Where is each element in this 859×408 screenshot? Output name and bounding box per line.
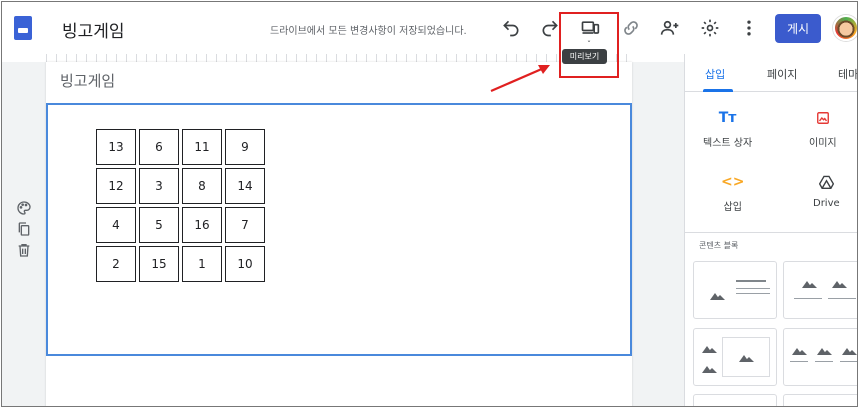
undo-button[interactable]: [499, 16, 523, 40]
bingo-cell[interactable]: 3: [139, 168, 179, 204]
app-window: 빙고게임 드라이브에서 모든 변경사항이 저장되었습니다. 게시 빙고게임 13…: [1, 1, 858, 407]
delete-icon[interactable]: [16, 242, 32, 258]
bingo-cell[interactable]: 9: [225, 129, 265, 165]
site-title[interactable]: 빙고게임: [62, 17, 125, 42]
layout-block[interactable]: [783, 394, 857, 406]
embed-code-icon: <>: [721, 174, 745, 190]
image-placeholder-icon: [792, 345, 807, 355]
redo-icon: [542, 20, 558, 37]
publish-button[interactable]: 게시: [775, 14, 821, 43]
right-panel: 삽입 페이지 테마 Tт 텍스트 상자 이미지 <> 삽입 Drive 콘텐츠 …: [684, 54, 857, 406]
layout-block[interactable]: [693, 394, 777, 406]
layout-line: [790, 361, 808, 362]
image-placeholder-icon: [817, 345, 832, 355]
link-icon: [624, 21, 638, 35]
tooltip-caret: ˇ: [587, 40, 591, 49]
bingo-cell[interactable]: 2: [96, 246, 136, 282]
layout-line: [840, 361, 857, 362]
image-placeholder-icon: [702, 343, 717, 353]
insert-link-button[interactable]: [619, 16, 643, 40]
bingo-cell[interactable]: 16: [182, 207, 222, 243]
layout-block-two-images[interactable]: [783, 261, 857, 319]
add-person-icon: [660, 20, 679, 35]
active-tab-indicator: [703, 89, 733, 92]
bingo-cell[interactable]: 10: [225, 246, 265, 282]
save-status: 드라이브에서 모든 변경사항이 저장되었습니다.: [270, 26, 467, 37]
gear-icon: [701, 19, 719, 37]
image-tool[interactable]: 이미지: [809, 110, 837, 149]
layout-line: [736, 293, 770, 294]
layout-line: [736, 280, 766, 282]
content-blocks-heading: 콘텐츠 블록: [699, 241, 739, 250]
bingo-cell[interactable]: 6: [139, 129, 179, 165]
ruler: [46, 54, 632, 62]
top-bar: 빙고게임 드라이브에서 모든 변경사항이 저장되었습니다. 게시: [2, 2, 857, 54]
embed-label: 삽입: [723, 202, 742, 213]
image-label: 이미지: [809, 138, 837, 149]
page-title[interactable]: 빙고게임: [60, 70, 115, 91]
layout-line: [828, 298, 856, 299]
bingo-cell[interactable]: 1: [182, 246, 222, 282]
layout-line: [736, 288, 770, 289]
avatar[interactable]: [833, 15, 857, 41]
layout-block-gallery[interactable]: [693, 328, 777, 386]
drive-icon: [818, 174, 834, 190]
image-placeholder-icon: [702, 363, 717, 373]
embed-tool[interactable]: <> 삽입: [721, 174, 744, 213]
layout-block-image-text[interactable]: [693, 261, 777, 319]
image-placeholder-icon: [739, 352, 754, 362]
bingo-cell[interactable]: 15: [139, 246, 179, 282]
settings-button[interactable]: [698, 16, 722, 40]
undo-icon: [503, 20, 519, 37]
layout-line: [794, 298, 822, 299]
section-tools: [16, 200, 32, 258]
bingo-cell[interactable]: 4: [96, 207, 136, 243]
bingo-cell[interactable]: 5: [139, 207, 179, 243]
tab-pages[interactable]: 페이지: [767, 66, 797, 82]
text-box-label: 텍스트 상자: [703, 138, 753, 149]
tab-insert[interactable]: 삽입: [705, 66, 725, 82]
bingo-cell[interactable]: 11: [182, 129, 222, 165]
image-placeholder-icon: [832, 278, 847, 288]
panel-tabs: 삽입 페이지 테마: [685, 54, 857, 92]
image-icon: [816, 110, 830, 126]
drive-label: Drive: [813, 198, 840, 209]
bingo-cell[interactable]: 13: [96, 129, 136, 165]
bingo-cell[interactable]: 8: [182, 168, 222, 204]
text-box-tool[interactable]: Tт 텍스트 상자: [703, 110, 752, 149]
duplicate-icon[interactable]: [16, 221, 32, 237]
bingo-cell[interactable]: 7: [225, 207, 265, 243]
bingo-table[interactable]: 13 6 11 9 12 3 8 14 4 5 16 7 2 15 1 10: [96, 129, 265, 282]
image-placeholder-icon: [710, 290, 725, 300]
drive-tool[interactable]: Drive: [813, 174, 840, 209]
text-icon: Tт: [718, 110, 737, 126]
palette-icon[interactable]: [16, 200, 32, 216]
more-options-button[interactable]: [737, 16, 761, 40]
panel-divider: [685, 232, 857, 233]
sites-logo-icon[interactable]: [14, 16, 32, 40]
layout-line: [815, 361, 833, 362]
bingo-cell[interactable]: 14: [225, 168, 265, 204]
share-button[interactable]: [658, 16, 682, 40]
annotation-arrow: [490, 65, 550, 93]
image-placeholder-icon: [842, 345, 857, 355]
preview-tooltip: 미리보기: [562, 49, 607, 64]
more-vert-icon: [747, 20, 751, 36]
bingo-cell[interactable]: 12: [96, 168, 136, 204]
tab-themes[interactable]: 테마: [838, 66, 857, 82]
layout-block-three-images[interactable]: [783, 328, 857, 386]
image-placeholder-icon: [802, 278, 817, 288]
